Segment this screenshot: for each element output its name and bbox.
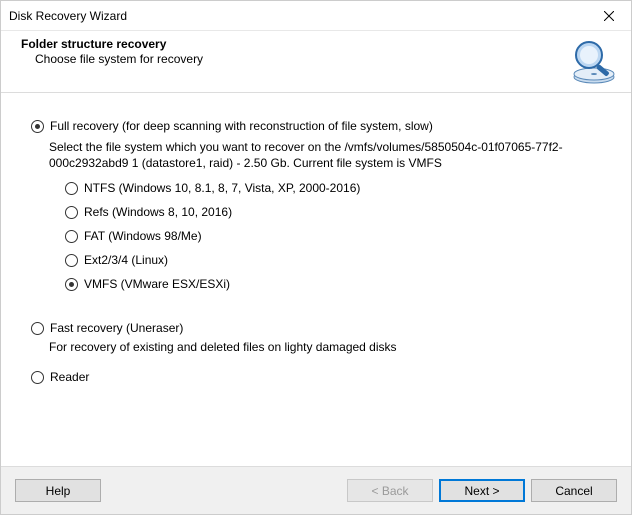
radio-icon <box>31 371 44 384</box>
fs-ntfs-label: NTFS (Windows 10, 8.1, 8, 7, Vista, XP, … <box>84 181 360 195</box>
footer-bar: Help < Back Next > Cancel <box>1 466 631 514</box>
next-button[interactable]: Next > <box>439 479 525 502</box>
radio-icon <box>65 230 78 243</box>
fs-fat[interactable]: FAT (Windows 98/Me) <box>65 229 617 243</box>
radio-icon <box>65 206 78 219</box>
magnifier-disk-icon <box>569 37 619 87</box>
radio-icon <box>65 182 78 195</box>
radio-icon <box>65 278 78 291</box>
fs-ntfs[interactable]: NTFS (Windows 10, 8.1, 8, 7, Vista, XP, … <box>65 181 617 195</box>
close-button[interactable] <box>587 1 631 31</box>
mode-reader-label: Reader <box>50 370 89 384</box>
mode-full-desc: Select the file system which you want to… <box>49 139 609 171</box>
fs-ext[interactable]: Ext2/3/4 (Linux) <box>65 253 617 267</box>
page-title: Folder structure recovery <box>21 37 617 51</box>
content-area: Full recovery (for deep scanning with re… <box>1 93 631 398</box>
back-button[interactable]: < Back <box>347 479 433 502</box>
close-icon <box>604 11 614 21</box>
mode-full-recovery[interactable]: Full recovery (for deep scanning with re… <box>31 119 617 133</box>
mode-full-label: Full recovery (for deep scanning with re… <box>50 119 433 133</box>
titlebar: Disk Recovery Wizard <box>1 1 631 31</box>
fs-vmfs[interactable]: VMFS (VMware ESX/ESXi) <box>65 277 617 291</box>
fs-ext-label: Ext2/3/4 (Linux) <box>84 253 168 267</box>
mode-fast-label: Fast recovery (Uneraser) <box>50 321 183 335</box>
help-button[interactable]: Help <box>15 479 101 502</box>
cancel-button[interactable]: Cancel <box>531 479 617 502</box>
mode-reader[interactable]: Reader <box>31 370 617 384</box>
page-subtitle: Choose file system for recovery <box>21 52 617 66</box>
mode-fast-recovery[interactable]: Fast recovery (Uneraser) <box>31 321 617 335</box>
fs-fat-label: FAT (Windows 98/Me) <box>84 229 202 243</box>
mode-fast-desc: For recovery of existing and deleted fil… <box>49 339 609 355</box>
filesystem-options: NTFS (Windows 10, 8.1, 8, 7, Vista, XP, … <box>65 181 617 291</box>
radio-icon <box>31 120 44 133</box>
window-title: Disk Recovery Wizard <box>9 9 127 23</box>
fs-refs-label: Refs (Windows 8, 10, 2016) <box>84 205 232 219</box>
wizard-header: Folder structure recovery Choose file sy… <box>1 31 631 93</box>
radio-icon <box>65 254 78 267</box>
fs-refs[interactable]: Refs (Windows 8, 10, 2016) <box>65 205 617 219</box>
radio-icon <box>31 322 44 335</box>
fs-vmfs-label: VMFS (VMware ESX/ESXi) <box>84 277 230 291</box>
